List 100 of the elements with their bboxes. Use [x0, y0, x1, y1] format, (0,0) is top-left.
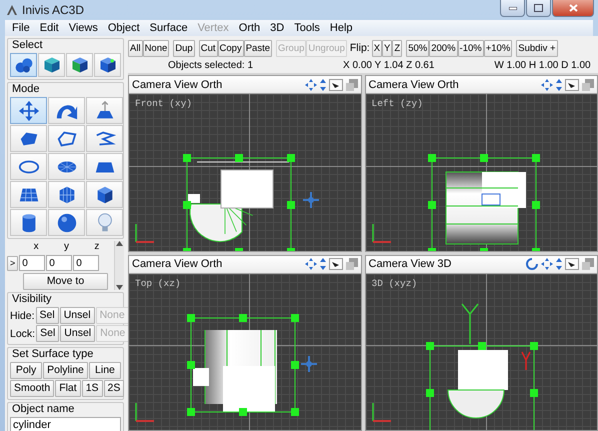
- select-mode-button[interactable]: [10, 53, 37, 77]
- maximize-icon: [346, 258, 358, 270]
- mode-tool-button[interactable]: [86, 181, 123, 208]
- move-to-button[interactable]: Move to: [23, 273, 108, 290]
- object-name-input[interactable]: cylinder: [10, 417, 121, 431]
- position-readout: X 0.00 Y 1.04 Z 0.61: [343, 60, 434, 71]
- view-label: Left (zy): [372, 98, 423, 109]
- flip-label: Flip:: [348, 42, 371, 54]
- pan-arrows-icon: [304, 78, 316, 90]
- mode-tool-button[interactable]: [10, 209, 47, 236]
- toolbar-button[interactable]: Z: [392, 40, 402, 56]
- toolbar-button[interactable]: X: [372, 40, 382, 56]
- minimize-icon: [508, 6, 516, 10]
- select-mode-button[interactable]: [38, 53, 65, 77]
- maximize-button[interactable]: [526, 0, 551, 17]
- toolbar-button[interactable]: -10%: [458, 40, 484, 56]
- pivot-cross-icon: [303, 192, 319, 208]
- zoom-arrows-icon: [320, 258, 326, 270]
- mode-tool-button[interactable]: [86, 125, 123, 152]
- group-title: Set Surface type: [11, 348, 94, 361]
- mode-tool-button[interactable]: [48, 209, 85, 236]
- axis-label: x: [32, 241, 40, 253]
- mode-tool-button[interactable]: [86, 153, 123, 180]
- toolbar-button[interactable]: +10%: [484, 40, 512, 56]
- group-title: Select: [11, 39, 44, 52]
- toolbar-button[interactable]: 200%: [429, 40, 458, 56]
- maximize-window-icon: [534, 4, 543, 12]
- rotate-view-icon: [526, 258, 538, 270]
- group-title: Object name: [11, 403, 76, 416]
- group-title: Mode: [11, 83, 41, 96]
- mode-tool-button[interactable]: [48, 153, 85, 180]
- selection-count-text: Objects selected: 1: [168, 60, 254, 71]
- menu-item[interactable]: Views: [64, 22, 103, 34]
- visibility-button[interactable]: Sel: [36, 325, 60, 342]
- row-label: Hide:: [10, 310, 35, 322]
- close-button[interactable]: [552, 0, 594, 17]
- axis-gizmo-icon: [133, 402, 155, 424]
- group-title: Visibility: [11, 293, 53, 306]
- minimize-button[interactable]: [500, 0, 525, 17]
- view-label: Top (xz): [135, 278, 181, 288]
- toolbar-button[interactable]: 50%: [406, 40, 430, 56]
- maximize-icon: [582, 78, 594, 90]
- menu-item[interactable]: Edit: [34, 22, 64, 34]
- toolbar-button[interactable]: None: [142, 40, 170, 56]
- axis-gizmo-icon: [370, 222, 392, 244]
- view-label: Front (xy): [135, 98, 192, 109]
- mode-tool-button[interactable]: [48, 125, 85, 152]
- move-arrows-icon: [18, 100, 40, 122]
- coordinate-input[interactable]: 0: [46, 255, 72, 271]
- surface-type-button[interactable]: Polyline: [43, 362, 88, 379]
- select-mode-button[interactable]: [66, 53, 93, 77]
- window-title: Inivis AC3D: [22, 3, 84, 17]
- toolbar-button[interactable]: Copy: [218, 40, 244, 56]
- coordinate-input[interactable]: 0: [73, 255, 100, 271]
- menu-item[interactable]: 3D: [265, 22, 290, 34]
- menu-item[interactable]: Tools: [289, 22, 325, 34]
- surface-type-button[interactable]: Line: [88, 362, 121, 379]
- menu-item[interactable]: Help: [324, 22, 358, 34]
- menu-item[interactable]: Surface: [144, 22, 193, 34]
- axis-label: z: [93, 241, 100, 253]
- row-label: Lock:: [10, 328, 36, 340]
- toolbar-button[interactable]: Y: [382, 40, 392, 56]
- pan-arrows-icon: [541, 258, 553, 270]
- menu-item[interactable]: File: [7, 22, 35, 34]
- axis-gizmo-icon: [133, 222, 155, 244]
- size-readout: W 1.00 H 1.00 D 1.00: [494, 60, 591, 71]
- surface-type-button[interactable]: Flat: [55, 380, 81, 397]
- toolbar-button[interactable]: Cut: [198, 40, 218, 56]
- menu-item[interactable]: Object: [102, 22, 145, 34]
- surface-type-button[interactable]: Poly: [10, 362, 42, 379]
- coordinate-input[interactable]: 0: [19, 255, 46, 271]
- mode-tool-button[interactable]: [48, 181, 85, 208]
- toolbar-button[interactable]: Dup: [173, 40, 195, 56]
- visibility-button[interactable]: Unsel: [60, 325, 96, 342]
- mode-tool-button[interactable]: [86, 97, 123, 124]
- surface-type-button[interactable]: 2S: [104, 380, 124, 397]
- maximize-icon: [582, 258, 594, 270]
- surface-type-button[interactable]: 1S: [82, 380, 103, 397]
- mode-tool-button[interactable]: [10, 181, 47, 208]
- axis-label: y: [62, 241, 70, 253]
- toolbar-button[interactable]: Subdiv +: [516, 40, 558, 56]
- viewport-title: Camera View Orth: [368, 78, 459, 90]
- mode-tool-button[interactable]: [10, 153, 47, 180]
- sphere-icon: [56, 212, 78, 234]
- cube-vertex-icon: [98, 55, 118, 75]
- surface-type-button[interactable]: Smooth: [10, 380, 54, 397]
- mode-tool-button[interactable]: [48, 97, 85, 124]
- cube-icon: [42, 55, 62, 75]
- select-mode-button[interactable]: [94, 53, 121, 77]
- pivot-cross-icon: [301, 356, 317, 372]
- mode-tool-button[interactable]: [10, 125, 47, 152]
- scroll-up-icon: [116, 241, 123, 246]
- expand-toggle-button[interactable]: >: [7, 256, 18, 270]
- toolbar-button[interactable]: All: [128, 40, 143, 56]
- visibility-button[interactable]: Sel: [36, 307, 59, 324]
- viewport-title: Camera View Orth: [132, 258, 222, 270]
- mode-tool-button[interactable]: [10, 97, 47, 124]
- visibility-button[interactable]: Unsel: [60, 307, 95, 324]
- menu-item[interactable]: Orth: [234, 22, 266, 34]
- toolbar-button[interactable]: Paste: [244, 40, 272, 56]
